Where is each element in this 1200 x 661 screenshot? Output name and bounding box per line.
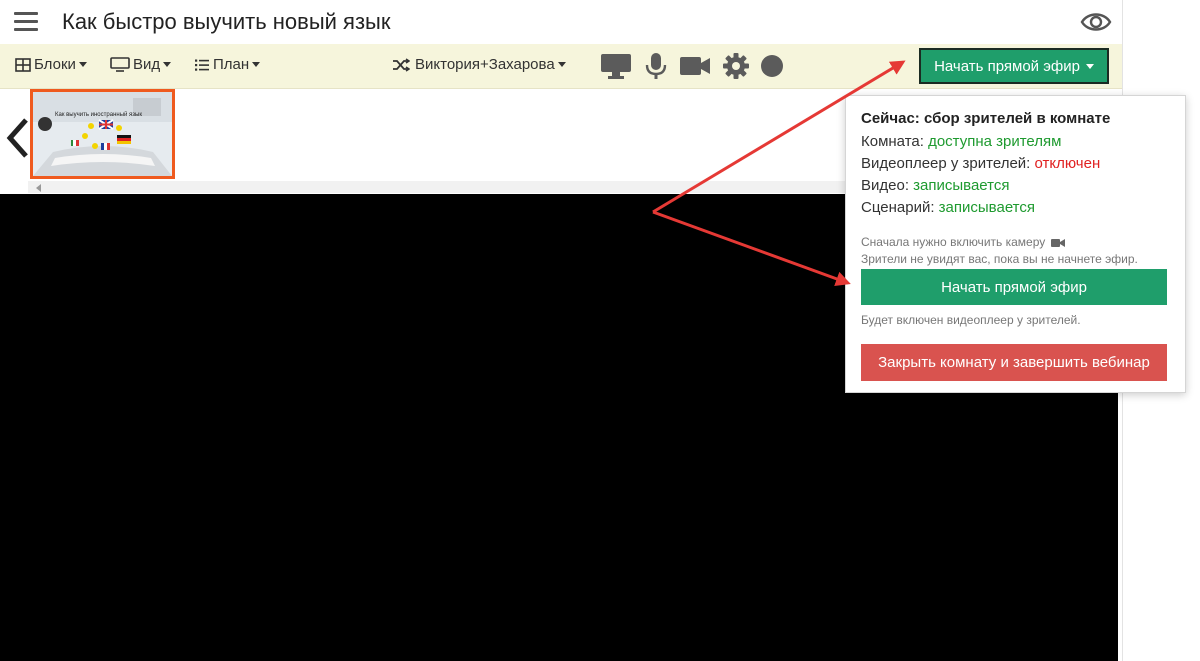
player-status-label: Видеоплеер у зрителей: <box>861 155 1035 172</box>
plan-menu[interactable]: План <box>194 56 261 73</box>
script-status-label: Сценарий: <box>861 199 939 216</box>
list-icon <box>195 59 209 71</box>
blocks-menu[interactable]: Блоки <box>15 56 87 73</box>
speaker-menu[interactable]: Виктория+Захарова <box>392 56 566 73</box>
header: Как быстро выучить новый язык <box>0 0 1122 45</box>
scroll-left-arrow-icon[interactable] <box>36 184 41 192</box>
chevron-left-icon[interactable] <box>4 116 30 160</box>
chevron-down-icon <box>1085 63 1094 69</box>
slide-caption: Как выучить иностранный язык <box>55 111 142 118</box>
microphone-icon[interactable] <box>645 52 667 80</box>
chevron-down-icon <box>163 62 172 67</box>
room-status-value: доступна зрителям <box>928 133 1062 150</box>
view-menu[interactable]: Вид <box>110 56 172 73</box>
eye-icon[interactable] <box>1080 8 1112 36</box>
start-live-button[interactable]: Начать прямой эфир <box>861 269 1167 305</box>
screen-share-icon[interactable] <box>600 52 632 80</box>
start-live-label: Начать прямой эфир <box>934 57 1080 75</box>
close-room-button[interactable]: Закрыть комнату и завершить вебинар <box>861 344 1167 381</box>
start-live-dropdown-button[interactable]: Начать прямой эфир <box>919 48 1109 84</box>
chevron-down-icon <box>78 62 87 67</box>
camera-icon <box>1050 238 1065 247</box>
room-status: Комната: доступна зрителям <box>861 133 1061 150</box>
slide-image: Как выучить иностранный язык <box>33 92 172 176</box>
chevron-down-icon <box>252 62 261 67</box>
player-status-value: отключен <box>1034 155 1101 172</box>
camera-note-text: Сначала нужно включить камеру <box>861 235 1046 249</box>
view-label: Вид <box>133 56 161 73</box>
shuffle-icon <box>393 57 410 72</box>
script-status-value: записывается <box>938 199 1035 216</box>
plan-label: План <box>213 56 250 73</box>
player-status: Видеоплеер у зрителей: отключен <box>861 155 1100 172</box>
status-heading: Сейчас: сбор зрителей в комнате <box>861 110 1111 127</box>
monitor-icon <box>110 57 130 72</box>
record-icon[interactable] <box>759 52 785 80</box>
video-status-label: Видео: <box>861 177 914 194</box>
menu-icon[interactable] <box>14 12 38 32</box>
chevron-down-icon <box>557 62 566 67</box>
speaker-label: Виктория+Захарова <box>415 56 555 73</box>
video-status: Видео: записывается <box>861 177 1009 194</box>
video-status-value: записывается <box>913 177 1010 194</box>
camera-icon[interactable] <box>679 52 711 80</box>
page-title: Как быстро выучить новый язык <box>62 9 391 34</box>
viewers-note: Зрители не увидят вас, пока вы не начнет… <box>861 252 1138 266</box>
blocks-label: Блоки <box>34 56 76 73</box>
player-note: Будет включен видеоплеер у зрителей. <box>861 313 1081 327</box>
camera-note: Сначала нужно включить камеру <box>861 235 1065 249</box>
live-dropdown-panel: Сейчас: сбор зрителей в комнате Комната:… <box>845 95 1186 393</box>
gear-icon[interactable] <box>722 52 750 80</box>
room-status-label: Комната: <box>861 133 929 150</box>
slide-thumbnail[interactable]: Как выучить иностранный язык <box>30 89 175 179</box>
blocks-icon <box>15 57 31 72</box>
script-status: Сценарий: записывается <box>861 199 1035 216</box>
